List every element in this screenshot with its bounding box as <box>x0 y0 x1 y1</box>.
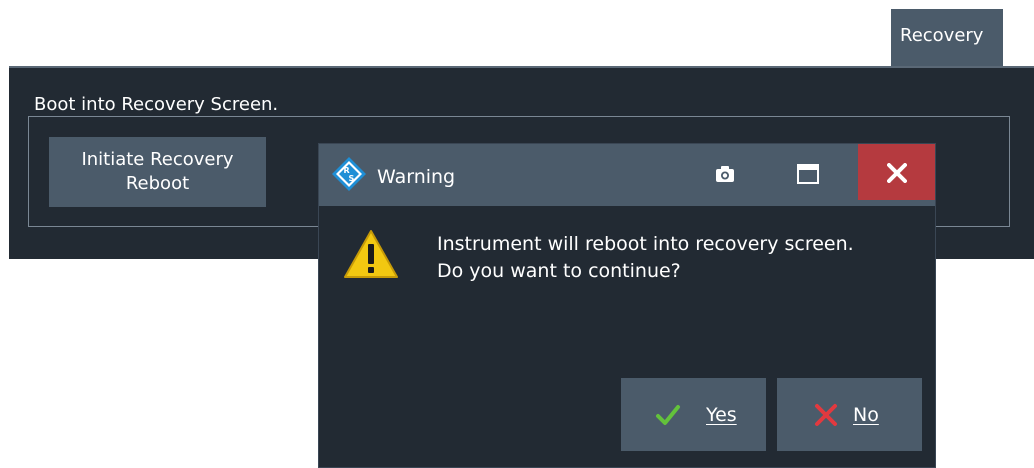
message-line1: Instrument will reboot into recovery scr… <box>437 233 854 255</box>
tab-recovery[interactable]: Recovery <box>891 9 1003 68</box>
no-button[interactable]: No <box>777 378 922 451</box>
dialog-titlebar[interactable]: R S Warning <box>319 144 935 206</box>
close-icon <box>887 163 907 183</box>
message-line2: Do you want to continue? <box>437 260 681 282</box>
panel-title: Boot into Recovery Screen. <box>34 94 279 115</box>
warning-icon <box>344 230 398 278</box>
initiate-recovery-reboot-button[interactable]: Initiate Recovery Reboot <box>49 137 266 207</box>
close-button[interactable] <box>858 144 935 200</box>
svg-text:S: S <box>349 174 355 183</box>
initiate-button-label-line2: Reboot <box>125 173 190 194</box>
maximize-icon[interactable] <box>796 162 820 186</box>
no-button-label: No <box>853 404 879 426</box>
dialog-message: Instrument will reboot into recovery scr… <box>437 231 927 285</box>
rohde-schwarz-logo-icon: R S <box>332 157 366 191</box>
yes-button-label: Yes <box>706 404 737 426</box>
initiate-button-label-line1: Initiate Recovery <box>81 149 234 170</box>
camera-icon[interactable] <box>713 164 737 184</box>
checkmark-icon <box>656 405 680 425</box>
dialog-title: Warning <box>377 166 456 188</box>
cross-icon <box>815 404 837 426</box>
yes-button[interactable]: Yes <box>621 378 766 451</box>
warning-dialog: R S Warning Instrument will reboot into … <box>318 143 936 468</box>
